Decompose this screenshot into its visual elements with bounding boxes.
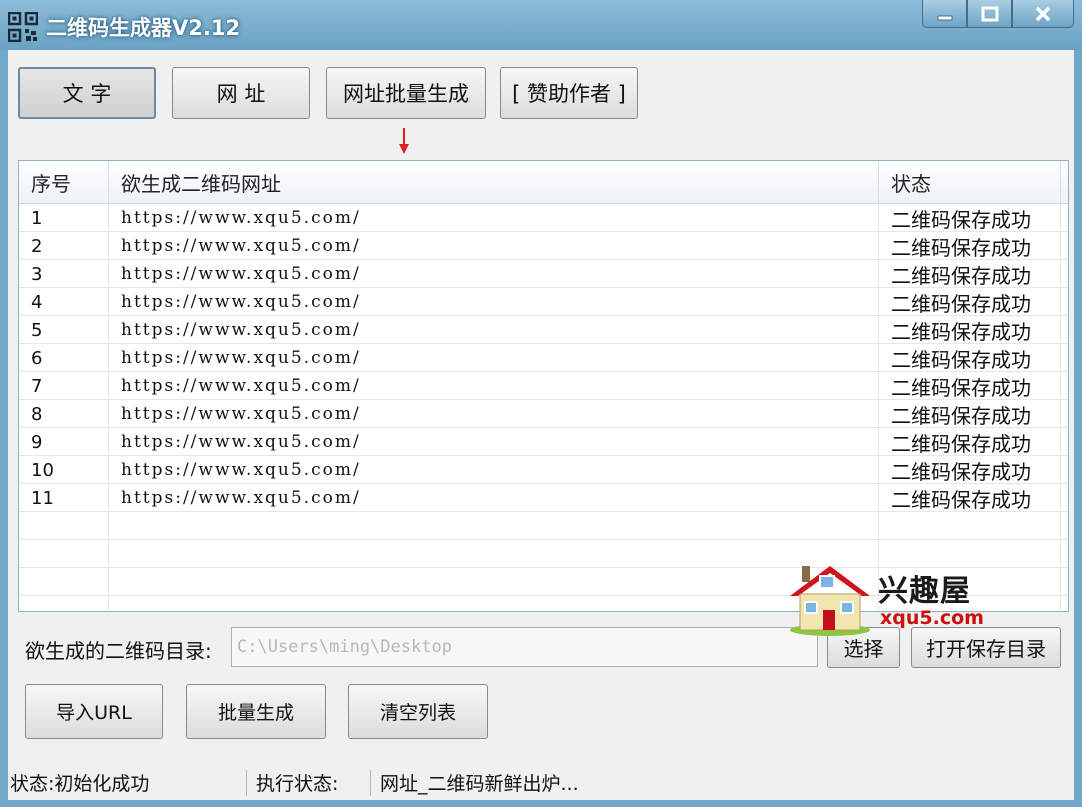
window-title: 二维码生成器V2.12 bbox=[46, 16, 241, 40]
cell-url bbox=[109, 596, 879, 611]
cell-status: 二维码保存成功 bbox=[879, 288, 1061, 316]
cell-url: https://www.xqu5.com/ bbox=[109, 204, 879, 232]
table-row[interactable]: 3 https://www.xqu5.com/二维码保存成功 bbox=[19, 260, 1068, 288]
down-arrow-icon bbox=[399, 128, 409, 154]
column-header-index[interactable]: 序号 bbox=[19, 161, 109, 204]
table-row[interactable]: 4 https://www.xqu5.com/二维码保存成功 bbox=[19, 288, 1068, 316]
cell-url bbox=[109, 512, 879, 540]
tab-sponsor[interactable]: [ 赞助作者 ] bbox=[500, 67, 638, 119]
title-bar[interactable]: 二维码生成器V2.12 bbox=[0, 0, 1082, 50]
list-header: 序号 欲生成二维码网址 状态 bbox=[19, 161, 1068, 204]
status-text: 状态:初始化成功 bbox=[10, 772, 150, 795]
minimize-button[interactable] bbox=[922, 0, 967, 28]
watermark-name: 兴趣屋 bbox=[878, 574, 971, 609]
status-separator bbox=[246, 770, 247, 796]
cell-status: 二维码保存成功 bbox=[879, 316, 1061, 344]
cell-index: 4 bbox=[19, 288, 109, 316]
cell-url: https://www.xqu5.com/ bbox=[109, 400, 879, 428]
table-row[interactable]: 11 https://www.xqu5.com/二维码保存成功 bbox=[19, 484, 1068, 512]
cell-url bbox=[109, 568, 879, 596]
client-area: 文 字 网 址 网址批量生成 [ 赞助作者 ] 序号 欲生成二维码网址 状态 1… bbox=[8, 50, 1074, 800]
table-row[interactable]: 9 https://www.xqu5.com/二维码保存成功 bbox=[19, 428, 1068, 456]
cell-index bbox=[19, 596, 109, 611]
clear-list-button[interactable]: 清空列表 bbox=[348, 684, 488, 739]
cell-url: https://www.xqu5.com/ bbox=[109, 232, 879, 260]
cell-index: 11 bbox=[19, 484, 109, 512]
table-row[interactable]: 1 https://www.xqu5.com/二维码保存成功 bbox=[19, 204, 1068, 232]
cell-url: https://www.xqu5.com/ bbox=[109, 372, 879, 400]
table-row[interactable]: 6 https://www.xqu5.com/二维码保存成功 bbox=[19, 344, 1068, 372]
cell-index bbox=[19, 540, 109, 568]
cell-status: 二维码保存成功 bbox=[879, 204, 1061, 232]
cell-status: 二维码保存成功 bbox=[879, 344, 1061, 372]
directory-label: 欲生成的二维码目录: bbox=[25, 639, 212, 663]
tab-url[interactable]: 网 址 bbox=[172, 67, 310, 119]
table-row[interactable]: 10 https://www.xqu5.com/二维码保存成功 bbox=[19, 456, 1068, 484]
cell-index: 7 bbox=[19, 372, 109, 400]
exec-status-message: 网址_二维码新鲜出炉... bbox=[380, 772, 579, 795]
table-row[interactable]: 8 https://www.xqu5.com/二维码保存成功 bbox=[19, 400, 1068, 428]
cell-index: 3 bbox=[19, 260, 109, 288]
cell-index: 5 bbox=[19, 316, 109, 344]
maximize-button[interactable] bbox=[967, 0, 1012, 28]
cell-url: https://www.xqu5.com/ bbox=[109, 456, 879, 484]
cell-url: https://www.xqu5.com/ bbox=[109, 428, 879, 456]
cell-index: 8 bbox=[19, 400, 109, 428]
cell-status: 二维码保存成功 bbox=[879, 428, 1061, 456]
cell-index: 9 bbox=[19, 428, 109, 456]
cell-status: 二维码保存成功 bbox=[879, 260, 1061, 288]
cell-status: 二维码保存成功 bbox=[879, 232, 1061, 260]
close-icon bbox=[1035, 6, 1051, 21]
status-bar: 状态:初始化成功 执行状态: 网址_二维码新鲜出炉... bbox=[8, 762, 1074, 800]
url-list[interactable]: 序号 欲生成二维码网址 状态 1 https://www.xqu5.com/二维码… bbox=[18, 160, 1069, 612]
import-url-button[interactable]: 导入URL bbox=[25, 684, 163, 739]
status-separator bbox=[370, 770, 371, 796]
cell-index bbox=[19, 568, 109, 596]
directory-input[interactable]: C:\Users\ming\Desktop bbox=[231, 627, 818, 667]
table-row[interactable]: 2 https://www.xqu5.com/二维码保存成功 bbox=[19, 232, 1068, 260]
minimize-icon bbox=[937, 15, 952, 20]
cell-url: https://www.xqu5.com/ bbox=[109, 316, 879, 344]
list-body: 1 https://www.xqu5.com/二维码保存成功 2 https://ww… bbox=[19, 204, 1068, 611]
cell-index: 6 bbox=[19, 344, 109, 372]
cell-url: https://www.xqu5.com/ bbox=[109, 260, 879, 288]
tab-text[interactable]: 文 字 bbox=[18, 67, 156, 119]
batch-generate-button[interactable]: 批量生成 bbox=[186, 684, 326, 739]
cell-status: 二维码保存成功 bbox=[879, 456, 1061, 484]
cell-index: 10 bbox=[19, 456, 109, 484]
column-header-url[interactable]: 欲生成二维码网址 bbox=[109, 161, 879, 204]
maximize-icon bbox=[981, 6, 998, 21]
table-row[interactable] bbox=[19, 512, 1068, 540]
close-button[interactable] bbox=[1012, 0, 1074, 28]
cell-index: 2 bbox=[19, 232, 109, 260]
cell-url: https://www.xqu5.com/ bbox=[109, 344, 879, 372]
table-row[interactable]: 5 https://www.xqu5.com/二维码保存成功 bbox=[19, 316, 1068, 344]
cell-index bbox=[19, 512, 109, 540]
window-controls bbox=[922, 0, 1074, 30]
app-window: 二维码生成器V2.12 文 字 网 址 网址批量生成 [ 赞助作者] 序号 欲… bbox=[0, 0, 1082, 807]
cell-status: 二维码保存成功 bbox=[879, 372, 1061, 400]
watermark-domain: xqu5.com bbox=[880, 607, 984, 629]
table-row[interactable]: 7 https://www.xqu5.com/二维码保存成功 bbox=[19, 372, 1068, 400]
cell-url: https://www.xqu5.com/ bbox=[109, 484, 879, 512]
cell-status bbox=[879, 512, 1061, 540]
column-header-status[interactable]: 状态 bbox=[879, 161, 1061, 204]
watermark-logo: 兴趣屋 xqu5.com bbox=[786, 560, 986, 638]
cell-url bbox=[109, 540, 879, 568]
exec-status-label: 执行状态: bbox=[256, 772, 339, 795]
cell-status: 二维码保存成功 bbox=[879, 400, 1061, 428]
cell-status: 二维码保存成功 bbox=[879, 484, 1061, 512]
tab-batch-url[interactable]: 网址批量生成 bbox=[326, 67, 486, 119]
qr-code-icon bbox=[8, 12, 38, 42]
cell-url: https://www.xqu5.com/ bbox=[109, 288, 879, 316]
house-logo-icon bbox=[790, 566, 870, 636]
cell-index: 1 bbox=[19, 204, 109, 232]
